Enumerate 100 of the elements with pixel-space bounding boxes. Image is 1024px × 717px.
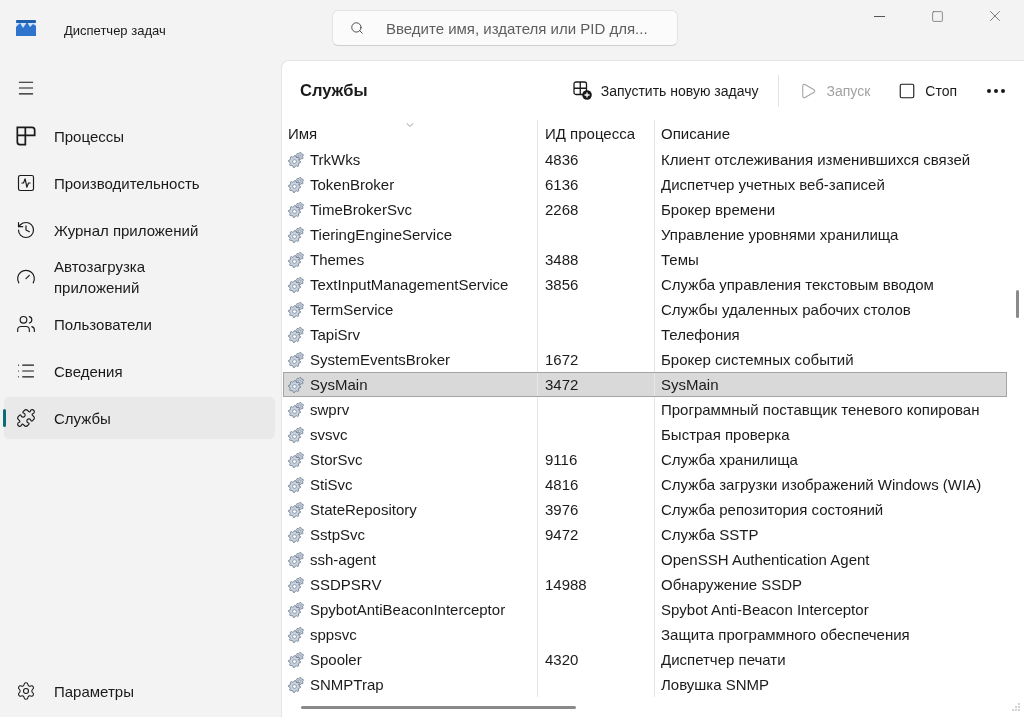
gears-icon xyxy=(288,401,304,418)
table-cell: 3472 xyxy=(538,372,655,397)
sidebar-item[interactable]: Сведения xyxy=(4,350,275,392)
table-row[interactable]: StorSvc 9116 Служба хранилища xyxy=(283,447,1007,472)
service-name: SpybotAntiBeaconInterceptor xyxy=(310,601,506,618)
table-row[interactable]: svsvc Быстрая проверка xyxy=(283,422,1007,447)
table-cell-text: Диспетчер учетных веб-записей xyxy=(660,175,886,195)
toolbar-button[interactable]: Стоп xyxy=(888,72,967,109)
gears-icon xyxy=(288,626,304,643)
table-row[interactable]: Themes 3488 Темы xyxy=(283,247,1007,272)
column-header[interactable]: Описание xyxy=(655,120,1010,147)
toolbar-button[interactable]: Запустить новую задачу xyxy=(562,72,769,109)
table-row[interactable]: SNMPTrap Ловушка SNMP xyxy=(283,672,1007,697)
table-row[interactable]: StiSvc 4816 Служба загрузки изображений Windows (WIA) xyxy=(283,472,1007,497)
table-cell: 4320 xyxy=(538,647,655,672)
table-cell-text: Обнаружение SSDP xyxy=(660,575,804,595)
gears-icon xyxy=(288,426,304,443)
history-icon xyxy=(16,220,36,240)
table-cell: 3488 xyxy=(538,247,655,272)
gears-icon xyxy=(288,251,304,268)
service-name: StateRepository xyxy=(310,501,417,518)
resize-grip-icon[interactable] xyxy=(1012,703,1020,711)
table-cell-text: Программный поставщик теневого копирован xyxy=(660,400,981,420)
table-row[interactable]: StateRepository 3976 Служба репозитория состояний xyxy=(283,497,1007,522)
service-name: StorSvc xyxy=(310,451,363,468)
table-row[interactable]: TermService Службы удаленных рабочих столов xyxy=(283,297,1007,322)
service-name: SysMain xyxy=(310,376,368,393)
gears-icon xyxy=(288,301,304,318)
table-row[interactable]: SpybotAntiBeaconInterceptor Spybot Anti-Beacon Interceptor xyxy=(283,597,1007,622)
sidebar-item[interactable]: Автозагрузка приложений xyxy=(4,256,275,298)
service-name: Themes xyxy=(310,251,365,268)
table-cell-text: Служба хранилища xyxy=(660,450,799,470)
table-row[interactable]: SysMain 3472 SysMain xyxy=(283,372,1007,397)
table-row[interactable]: TrkWks 4836 Клиент отслеживания изменившихся связей xyxy=(283,147,1007,172)
table-row[interactable]: ssh-agent OpenSSH Authentication Agent xyxy=(283,547,1007,572)
sidebar-item[interactable]: Журнал приложений xyxy=(4,209,275,251)
gears-icon xyxy=(288,201,304,218)
window-plus-icon xyxy=(572,81,592,100)
gears-icon xyxy=(288,351,304,368)
table-cell-text: Быстрая проверка xyxy=(660,425,791,445)
service-name: svsvc xyxy=(310,426,348,443)
gears-icon xyxy=(288,376,304,393)
gears-icon xyxy=(288,176,304,193)
table-cell-text: Управление уровнями хранилища xyxy=(660,225,900,245)
column-header[interactable]: ИД процесса xyxy=(538,120,655,147)
table-row[interactable]: TextInputManagementService 3856 Служба управления текстовым вводом xyxy=(283,272,1007,297)
table-cell-text: Диспетчер печати xyxy=(660,650,787,670)
service-name: TieringEngineService xyxy=(310,226,453,243)
table-cell-text: SysMain xyxy=(660,375,720,395)
service-name: SSDPSRV xyxy=(310,576,382,593)
table-cell-text: Темы xyxy=(660,250,700,270)
sidebar-item[interactable]: Производительность xyxy=(4,162,275,204)
table-cell: 6136 xyxy=(538,172,655,197)
service-name: ssh-agent xyxy=(310,551,376,568)
table-cell-text: Брокер времени xyxy=(660,200,777,220)
table-row[interactable]: SSDPSRV 14988 Обнаружение SSDP xyxy=(283,572,1007,597)
table-cell-text: Служба загрузки изображений Windows (WIA) xyxy=(660,475,983,495)
gears-icon xyxy=(288,451,304,468)
table-cell: 3856 xyxy=(538,272,655,297)
service-name: SystemEventsBroker xyxy=(310,351,451,368)
service-name: TimeBrokerSvc xyxy=(310,201,412,218)
table-row[interactable]: swprv Программный поставщик теневого копирован xyxy=(283,397,1007,422)
sidebar-item[interactable]: Службы xyxy=(4,397,275,439)
table-cell: 14988 xyxy=(538,572,655,597)
sidebar-item[interactable]: Процессы xyxy=(4,115,275,157)
table-row[interactable]: TokenBroker 6136 Диспетчер учетных веб-записей xyxy=(283,172,1007,197)
activity-icon xyxy=(16,173,36,193)
table-row[interactable]: TieringEngineService Управление уровнями хранилища xyxy=(283,222,1007,247)
table-cell-text: OpenSSH Authentication Agent xyxy=(660,550,871,570)
service-name: TokenBroker xyxy=(310,176,395,193)
sidebar-item[interactable]: Параметры xyxy=(4,670,275,712)
service-name: swprv xyxy=(310,401,350,418)
service-name: TermService xyxy=(310,301,394,318)
sidebar-item[interactable]: Пользователи xyxy=(4,303,275,345)
search-icon xyxy=(350,21,364,35)
table-cell: 2268 xyxy=(538,197,655,222)
gears-icon xyxy=(288,326,304,343)
table-row[interactable]: SstpSvc 9472 Служба SSTP xyxy=(283,522,1007,547)
page-title: Службы xyxy=(300,81,368,100)
gears-icon xyxy=(288,476,304,493)
settings-icon xyxy=(16,681,36,701)
search-field[interactable]: Введите имя, издателя или PID для... xyxy=(332,10,678,46)
table-row[interactable]: Spooler 4320 Диспетчер печати xyxy=(283,647,1007,672)
app-icon xyxy=(16,20,36,36)
column-header[interactable]: Имя xyxy=(283,120,538,147)
table-row[interactable]: TapiSrv Телефония xyxy=(283,322,1007,347)
vertical-scrollbar[interactable] xyxy=(1016,290,1019,318)
service-name: SNMPTrap xyxy=(310,676,384,693)
service-name: SstpSvc xyxy=(310,526,366,543)
horizontal-scrollbar[interactable] xyxy=(301,705,576,709)
gears-icon xyxy=(288,501,304,518)
table-cell: 9116 xyxy=(538,447,655,472)
table-cell-text: Служба SSTP xyxy=(660,525,760,545)
service-name: TapiSrv xyxy=(310,326,361,343)
table-cell-text: Телефония xyxy=(660,325,741,345)
table-row[interactable]: TimeBrokerSvc 2268 Брокер времени xyxy=(283,197,1007,222)
more-icon xyxy=(987,88,1005,93)
table-row[interactable]: sppsvc Защита программного обеспечения xyxy=(283,622,1007,647)
table-cell-text: Spybot Anti-Beacon Interceptor xyxy=(660,600,870,620)
table-cell-text: Клиент отслеживания изменившихся связей xyxy=(660,150,972,170)
